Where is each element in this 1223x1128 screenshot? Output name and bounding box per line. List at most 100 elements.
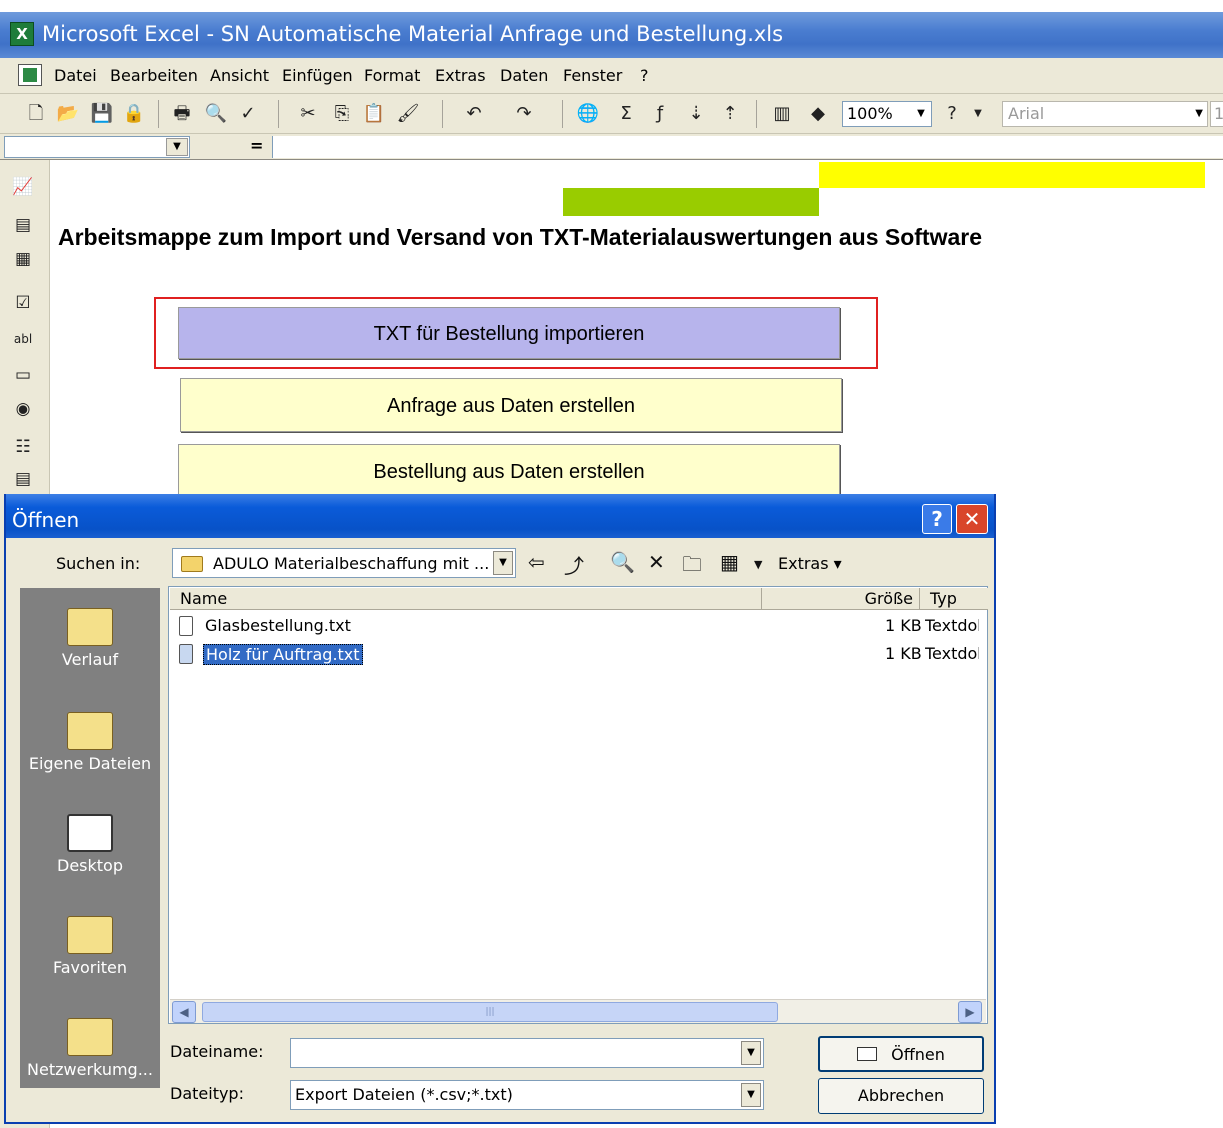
dialog-close-button[interactable]: ✕	[956, 504, 988, 534]
cut-icon[interactable]: ✂	[296, 102, 320, 126]
equals-icon[interactable]: =	[250, 136, 263, 155]
horizontal-scrollbar[interactable]: ◀ ||| ▶	[170, 999, 986, 1023]
column-header-type[interactable]: Typ	[920, 588, 988, 610]
combobox-icon[interactable]: ▤	[10, 466, 36, 492]
permission-icon[interactable]: 🔒	[122, 102, 146, 126]
chevron-down-icon[interactable]: ▼	[1195, 104, 1203, 124]
option-button-icon[interactable]: ◉	[10, 396, 36, 422]
chevron-down-icon[interactable]: ▼	[741, 1083, 761, 1107]
look-in-combo[interactable]: ADULO Materialbeschaffung mit ... ▼	[172, 548, 516, 578]
redo-icon[interactable]: ↷	[512, 102, 536, 126]
filename-input[interactable]: ▼	[290, 1038, 764, 1068]
chevron-down-icon[interactable]: ▼	[913, 104, 929, 124]
menu-bar: Datei Bearbeiten Ansicht Einfügen Format…	[0, 58, 1223, 94]
views-icon[interactable]: ▦	[720, 550, 739, 574]
column-header-name[interactable]: Name	[170, 588, 762, 610]
new-icon[interactable]: 🗋	[24, 102, 48, 126]
chevron-down-icon[interactable]: ▼	[166, 138, 188, 156]
sort-ascending-icon[interactable]: ⇣	[684, 102, 708, 126]
menu-help[interactable]: ?	[640, 66, 649, 85]
format-painter-icon[interactable]: 🖌	[396, 102, 420, 126]
green-cell-block	[563, 188, 819, 216]
button-icon[interactable]: ▭	[10, 362, 36, 388]
sort-descending-icon[interactable]: ⇡	[718, 102, 742, 126]
name-box[interactable]: ▼	[4, 136, 190, 158]
place-my-documents[interactable]: Eigene Dateien	[20, 712, 160, 773]
font-size-select[interactable]: 1	[1210, 101, 1223, 127]
menu-daten[interactable]: Daten	[500, 66, 548, 85]
print-preview-icon[interactable]: 🔍	[204, 102, 228, 126]
print-icon[interactable]: 🖶	[170, 102, 194, 126]
place-network[interactable]: Netzwerkumg...	[20, 1018, 160, 1079]
drawing-icon[interactable]: ◆	[806, 102, 830, 126]
place-history[interactable]: Verlauf	[20, 608, 160, 669]
separator	[756, 100, 757, 128]
file-row[interactable]: Glasbestellung.txt 1 KB Textdok	[179, 613, 979, 639]
excel-title-bar[interactable]: X Microsoft Excel - SN Automatische Mate…	[0, 12, 1223, 58]
form-properties-icon[interactable]: ▤	[10, 212, 36, 238]
save-icon[interactable]: 💾	[90, 102, 114, 126]
place-label: Favoriten	[52, 958, 128, 977]
menu-format[interactable]: Format	[364, 66, 420, 85]
excel-app-icon[interactable]: X	[10, 22, 34, 46]
paste-icon[interactable]: 📋	[362, 102, 386, 126]
open-button[interactable]: Öffnen	[818, 1036, 984, 1072]
autosum-icon[interactable]: Σ	[614, 102, 638, 126]
place-desktop[interactable]: Desktop	[20, 814, 160, 875]
delete-icon[interactable]: ✕	[648, 550, 665, 574]
column-header-size[interactable]: Größe	[762, 588, 920, 610]
places-bar: Verlauf Eigene Dateien Desktop Favoriten…	[20, 588, 160, 1088]
create-inquiry-button[interactable]: Anfrage aus Daten erstellen	[180, 378, 842, 432]
form-code-icon[interactable]: ▦	[10, 246, 36, 272]
menu-fenster[interactable]: Fenster	[563, 66, 622, 85]
spelling-icon[interactable]: ✓	[236, 102, 260, 126]
menu-extras[interactable]: Extras	[435, 66, 486, 85]
toolbar-options-icon[interactable]: ▼	[966, 102, 990, 126]
create-order-button[interactable]: Bestellung aus Daten erstellen	[178, 444, 840, 498]
place-favorites[interactable]: Favoriten	[20, 916, 160, 977]
chart-edit-icon[interactable]: 📈	[10, 174, 36, 200]
zoom-select[interactable]: 100% ▼	[842, 101, 932, 127]
font-select[interactable]: Arial ▼	[1002, 101, 1208, 127]
menu-datei[interactable]: Datei	[54, 66, 97, 85]
menu-ansicht[interactable]: Ansicht	[210, 66, 269, 85]
extras-menu[interactable]: Extras ▾	[778, 554, 842, 573]
formula-input[interactable]	[272, 136, 1223, 158]
function-icon[interactable]: ƒ	[648, 102, 672, 126]
filetype-select[interactable]: Export Dateien (*.csv;*.txt) ▼	[290, 1080, 764, 1110]
up-folder-icon[interactable]: ⤴	[564, 550, 584, 579]
hyperlink-icon[interactable]: 🌐	[576, 102, 600, 126]
file-list[interactable]: Name Größe Typ Glasbestellung.txt 1 KB T…	[168, 586, 988, 1024]
back-icon[interactable]: ⇦	[528, 550, 545, 574]
folder-icon	[181, 556, 203, 572]
file-row-selected[interactable]: Holz für Auftrag.txt 1 KB Textdok	[179, 641, 979, 667]
file-type: Textdok	[925, 644, 979, 663]
workbook-icon[interactable]	[18, 64, 42, 86]
listbox-icon[interactable]: ☷	[10, 434, 36, 460]
open-icon[interactable]: 📂	[56, 102, 80, 126]
chevron-down-icon[interactable]: ▼	[493, 551, 513, 575]
dialog-title-bar[interactable]: Öffnen ? ✕	[6, 494, 994, 538]
scroll-left-icon[interactable]: ◀	[172, 1001, 196, 1023]
textbox-icon[interactable]: abl	[10, 326, 36, 352]
import-txt-button[interactable]: TXT für Bestellung importieren	[178, 307, 840, 359]
chart-wizard-icon[interactable]: ▥	[770, 102, 794, 126]
help-icon[interactable]: ?	[940, 102, 964, 126]
scroll-thumb[interactable]: |||	[202, 1002, 778, 1022]
dialog-title: Öffnen	[12, 508, 80, 532]
checkbox-icon[interactable]: ☑	[10, 290, 36, 316]
views-dropdown-icon[interactable]: ▼	[754, 558, 762, 571]
search-web-icon[interactable]: 🔍	[610, 550, 635, 574]
copy-icon[interactable]: ⎘	[330, 102, 354, 126]
menu-bearbeiten[interactable]: Bearbeiten	[110, 66, 198, 85]
scroll-right-icon[interactable]: ▶	[958, 1001, 982, 1023]
dialog-help-button[interactable]: ?	[922, 504, 952, 534]
cancel-button[interactable]: Abbrechen	[818, 1078, 984, 1114]
new-folder-icon[interactable]: 🗀	[682, 550, 702, 584]
documents-folder-icon	[67, 712, 113, 750]
favorites-folder-icon	[67, 916, 113, 954]
look-in-label: Suchen in:	[56, 554, 141, 573]
chevron-down-icon[interactable]: ▼	[741, 1041, 761, 1065]
menu-einfuegen[interactable]: Einfügen	[282, 66, 353, 85]
undo-icon[interactable]: ↶	[462, 102, 486, 126]
